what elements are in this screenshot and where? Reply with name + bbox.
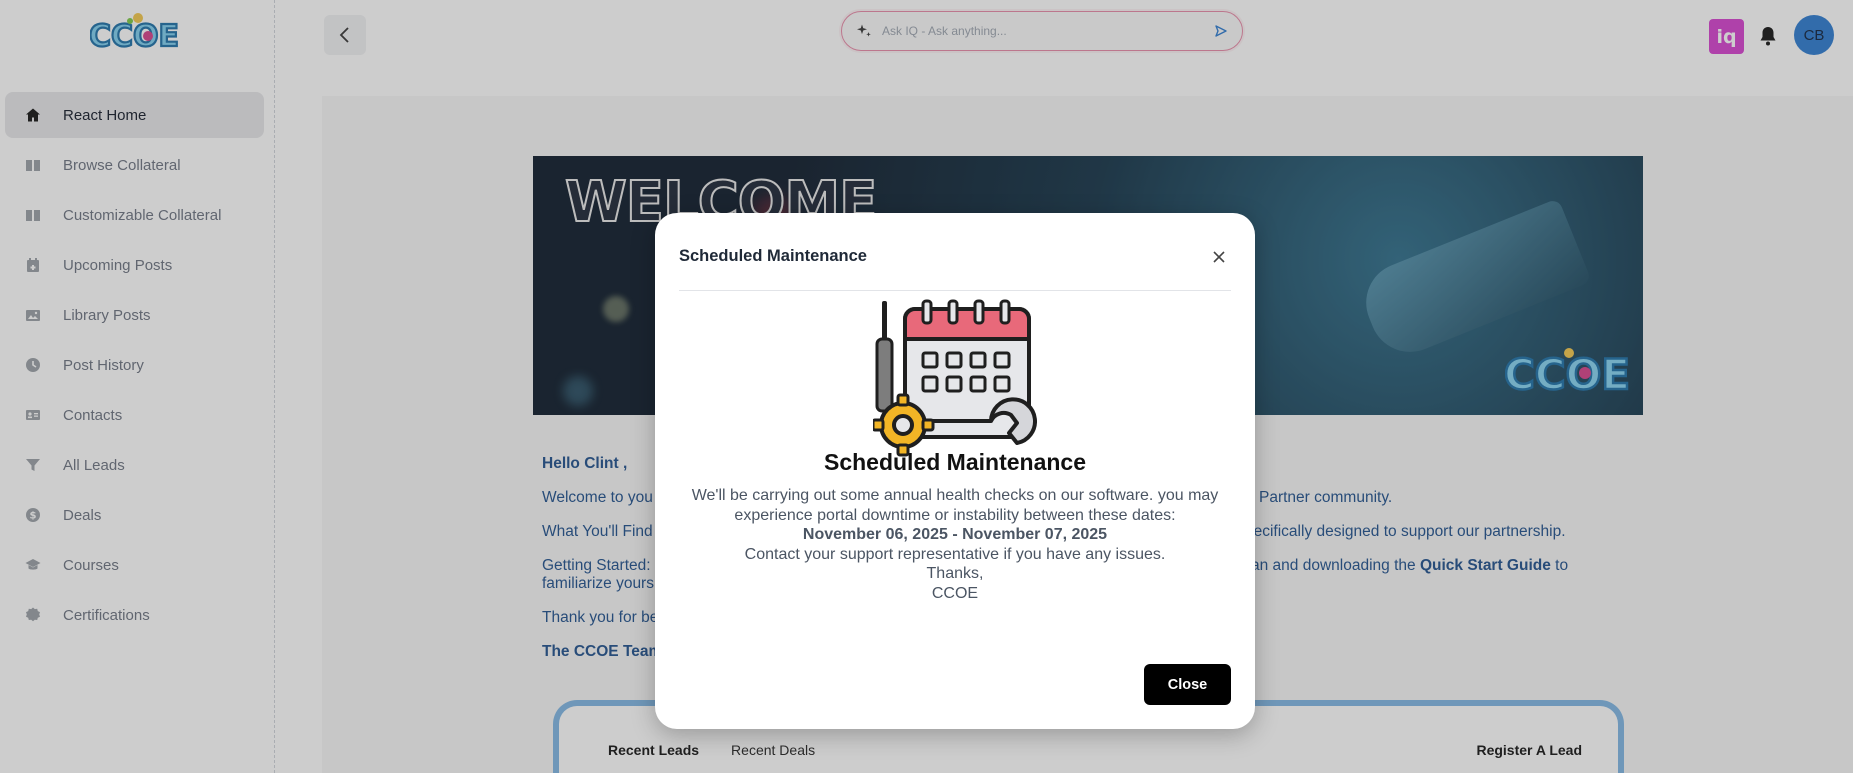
message-line-3: Contact your support representative if y…	[744, 545, 1166, 563]
maintenance-message: We'll be carrying out some annual health…	[685, 486, 1225, 603]
message-line-2: experience portal downtime or instabilit…	[734, 506, 1176, 524]
message-sender: CCOE	[931, 584, 979, 602]
close-icon[interactable]	[1207, 245, 1231, 269]
message-line-1: We'll be carrying out some annual health…	[691, 487, 1219, 504]
message-thanks: Thanks,	[926, 565, 984, 582]
maintenance-calendar-illustration	[873, 299, 1037, 457]
close-button[interactable]: Close	[1144, 664, 1231, 705]
maintenance-dates: November 06, 2025 - November 07, 2025	[802, 526, 1108, 543]
modal-header: Scheduled Maintenance	[679, 235, 1231, 291]
scheduled-maintenance-modal: Scheduled Maintenance Scheduled Maintena…	[655, 213, 1255, 729]
maintenance-heading: Scheduled Maintenance	[823, 449, 1086, 475]
modal-title: Scheduled Maintenance	[679, 247, 867, 265]
